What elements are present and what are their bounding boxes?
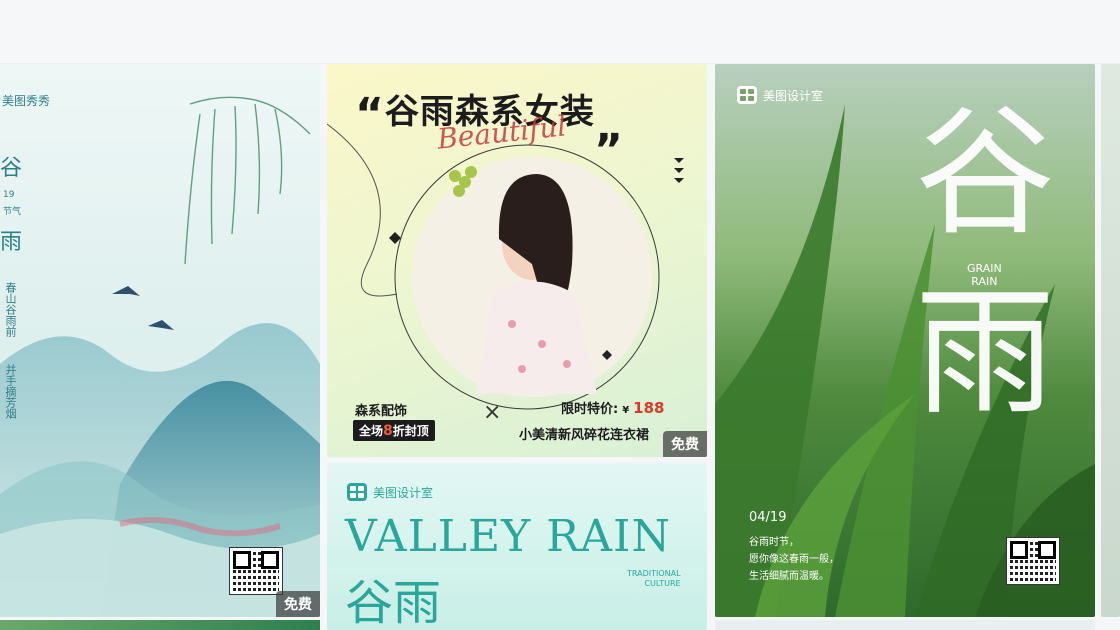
template-card-ink-landscape[interactable]: 美图秀秀 谷 19 节气 雨 春山谷雨前 并手摘芳烟 免费: [0, 64, 320, 617]
top-bar: [0, 0, 1120, 64]
template-card-partial[interactable]: [1101, 64, 1120, 617]
accessory-label: 森系配饰: [355, 404, 408, 419]
landscape-illustration: [0, 96, 320, 617]
free-badge: 免费: [276, 591, 320, 617]
calligraphy-char-2: 雨: [915, 272, 1056, 435]
poem-line-2: 并手摘芳烟: [4, 364, 17, 419]
brand-text: 美图秀秀: [2, 94, 51, 108]
next-row-card-edge[interactable]: [0, 620, 320, 630]
template-card-fashion-promo[interactable]: “谷雨森系女装„ Beautiful 森系配饰 全场8折封顶 × 限时特价: ¥1…: [327, 64, 707, 457]
price-label: 限时特价: ¥188: [561, 399, 665, 417]
next-row-card-edge[interactable]: [715, 620, 1095, 630]
template-card-grain-rain[interactable]: 美图设计室 谷 GRAIN RAIN 雨 04/19 谷雨时节， 愿你像这春雨一般，…: [715, 64, 1095, 617]
date-label: 04/19: [749, 510, 787, 525]
message-text: 谷雨时节， 愿你像这春雨一般， 生活细腻而温暖。: [749, 537, 839, 582]
title-cn: 谷雨: [345, 575, 442, 630]
discount-tag: 全场8折封顶: [353, 420, 435, 441]
brand-text: 美图设计室: [763, 88, 824, 103]
title-en: VALLEY RAIN: [345, 511, 671, 562]
times-mark: ×: [483, 400, 502, 425]
brand-label: 美图秀秀: [2, 92, 50, 109]
template-card-valley-rain[interactable]: 美图设计室 VALLEY RAIN 谷雨 TRADITIONAL CULTURE: [327, 463, 707, 630]
brand-logo-icon: [347, 483, 367, 501]
calligraphy-char-1: 谷: [915, 92, 1056, 255]
qr-code: [229, 547, 283, 595]
brand-label: 美图设计室: [347, 483, 433, 501]
poem-line-1: 春山谷雨前: [4, 282, 17, 337]
free-badge: 免费: [663, 431, 707, 457]
brand-text: 美图设计室: [373, 485, 434, 500]
brand-logo-icon: [737, 86, 757, 104]
arrow-stack-icon: [673, 156, 684, 190]
title-char-1: 谷: [0, 156, 23, 181]
date-label: 19: [3, 190, 15, 200]
product-name: 小美清新风碎花连衣裙: [519, 428, 650, 443]
subtitle-label: 节气: [3, 207, 22, 217]
brand-label: 美图设计室: [737, 86, 823, 104]
qr-code: [1006, 537, 1060, 585]
culture-tag: TRADITIONAL CULTURE: [627, 569, 681, 588]
title-char-2: 雨: [0, 230, 23, 255]
